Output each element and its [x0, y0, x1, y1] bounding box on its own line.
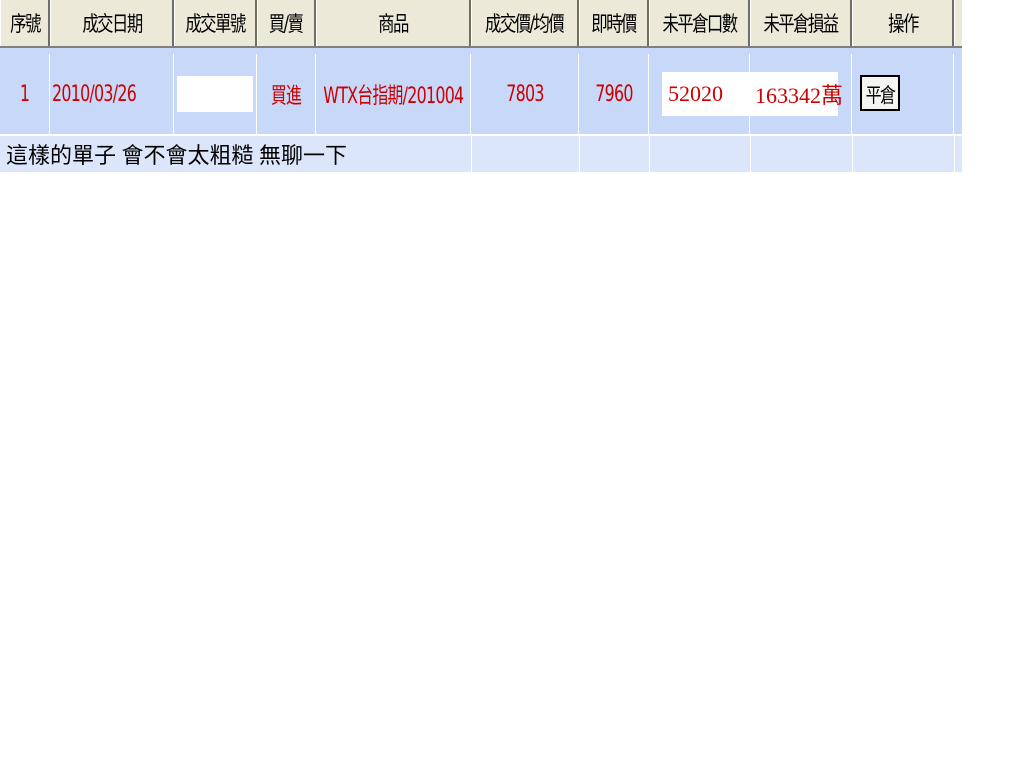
header-seq[interactable]: 序號: [0, 0, 50, 46]
header-trade-date[interactable]: 成交日期: [50, 0, 174, 46]
header-order-no[interactable]: 成交單號: [174, 0, 257, 46]
positions-table: 序號 成交日期 成交單號 買/賣 商品 成交價/均價 即時價 未平倉口數 未平倉…: [0, 0, 962, 172]
comment-row: 這樣的單子 會不會太粗糙 無聊一下: [0, 136, 962, 172]
table-header: 序號 成交日期 成交單號 買/賣 商品 成交價/均價 即時價 未平倉口數 未平倉…: [0, 0, 962, 48]
header-price-avg[interactable]: 成交價/均價: [471, 0, 579, 46]
cell-product: WTX台指期/201004: [316, 54, 471, 134]
header-action[interactable]: 操作: [852, 0, 954, 46]
cell-unrealized-pl: 163342萬: [755, 83, 844, 108]
header-buy-sell[interactable]: 買/賣: [257, 0, 316, 46]
grid-line: [649, 136, 650, 172]
header-filler: [954, 0, 962, 46]
table-row[interactable]: 1 2010/03/26 買進 WTX台指期/201004 7803 7960 …: [0, 54, 962, 134]
grid-line: [471, 136, 472, 172]
grid-line: [579, 136, 580, 172]
header-unrealized-pl[interactable]: 未平倉損益: [750, 0, 852, 46]
grid-line: [852, 136, 853, 172]
cell-buy-sell: 買進: [257, 54, 316, 134]
grid-line: [750, 136, 751, 172]
comment-text: 這樣的單子 會不會太粗糙 無聊一下: [6, 143, 348, 168]
cell-trade-date: 2010/03/26: [50, 54, 174, 134]
header-product[interactable]: 商品: [316, 0, 471, 46]
grid-line: [954, 136, 955, 172]
cell-open-lots: 52020: [668, 81, 723, 106]
order-no-field: [177, 76, 253, 112]
cell-seq: 1: [0, 54, 50, 134]
cell-realtime-price: 7960: [579, 54, 649, 134]
header-open-lots[interactable]: 未平倉口數: [649, 0, 750, 46]
close-position-button[interactable]: 平倉: [860, 75, 900, 111]
header-realtime-price[interactable]: 即時價: [579, 0, 649, 46]
cell-price-avg: 7803: [471, 54, 579, 134]
